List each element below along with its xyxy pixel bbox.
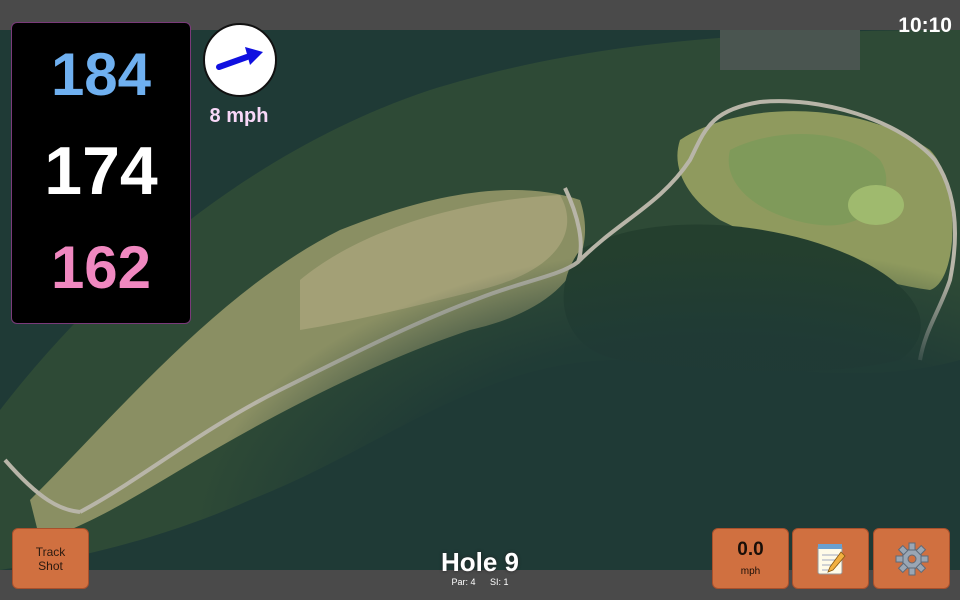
wind-indicator xyxy=(203,23,277,97)
yardage-panel: 184 174 162 xyxy=(11,22,191,324)
wind-arrow-icon xyxy=(216,47,263,70)
hole-par: Par: 4 xyxy=(451,577,476,587)
notepad-icon xyxy=(817,543,846,574)
track-shot-button[interactable]: Track Shot xyxy=(12,528,89,589)
notes-button[interactable] xyxy=(792,528,869,589)
settings-button[interactable] xyxy=(873,528,950,589)
hole-stroke-index: SI: 1 xyxy=(490,577,509,587)
wind-speed: 8 mph xyxy=(209,105,269,127)
hole-title: Hole 9 xyxy=(440,547,520,577)
front-yardage: 162 xyxy=(50,234,152,301)
track-shot-label-line2: Shot xyxy=(38,558,63,573)
back-yardage: 184 xyxy=(50,41,152,108)
clock: 10:10 xyxy=(898,14,952,37)
hole-info: Par: 4 SI: 1 xyxy=(380,577,580,587)
gear-icon xyxy=(895,542,928,575)
speed-value: 0.0 xyxy=(737,539,764,560)
track-shot-label-line1: Track xyxy=(35,544,66,559)
center-yardage: 174 xyxy=(44,133,158,209)
speed-unit: mph xyxy=(740,566,761,577)
speed-button[interactable]: 0.0 mph xyxy=(712,528,789,589)
